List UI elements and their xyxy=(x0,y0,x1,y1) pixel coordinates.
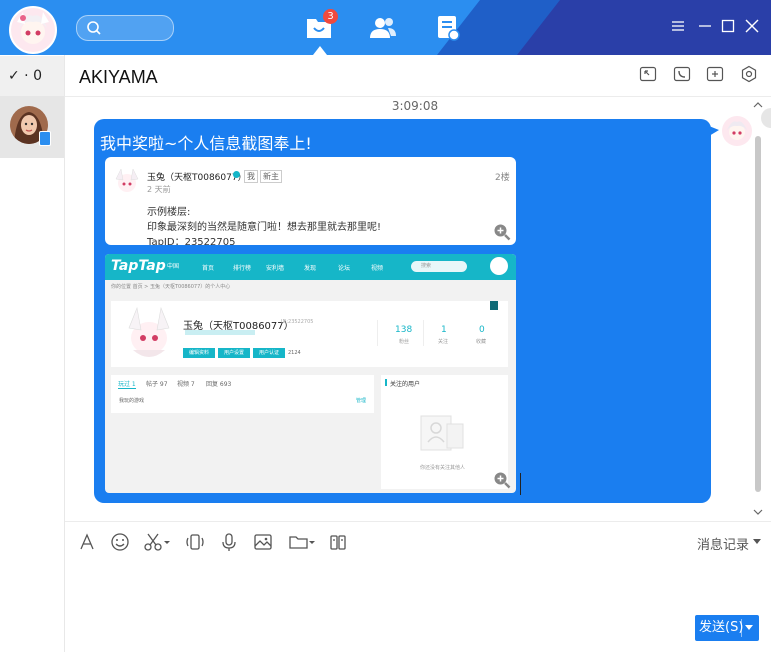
bubble-tail xyxy=(709,126,719,136)
profile-avatar xyxy=(128,306,170,357)
menu-icon[interactable] xyxy=(670,18,686,34)
scissors-icon[interactable] xyxy=(143,532,171,552)
folder-icon[interactable] xyxy=(288,532,316,552)
close-icon[interactable] xyxy=(744,18,760,34)
font-icon[interactable] xyxy=(77,532,97,552)
message-timestamp: 3:09:08 xyxy=(391,99,439,113)
stat-value: 138 xyxy=(395,325,413,335)
send-label: 发送(S) xyxy=(699,620,744,635)
profile-screenshot[interactable]: TapTap 中国 首页 排行榜 安利墙 发现 论坛 视频 搜索 你的位置 首页… xyxy=(105,254,516,493)
tag-me: 我 xyxy=(244,170,258,183)
search-input[interactable] xyxy=(76,15,174,41)
maximize-icon[interactable] xyxy=(720,18,736,34)
more-icon[interactable] xyxy=(328,532,348,552)
empty-state-text: 你还没有关注其他人 xyxy=(420,465,466,471)
taptap-logo: TapTap xyxy=(111,258,166,274)
floor-number: 2楼 xyxy=(495,173,510,183)
chat-title: AKIYAMA xyxy=(79,67,158,87)
poster-name: 玉兔（天枢T0086077） xyxy=(147,173,247,183)
emoji-icon[interactable] xyxy=(110,532,130,552)
nav-item: 安利墙 xyxy=(266,265,285,272)
profile-id: ID:23522705 xyxy=(281,319,314,325)
stat-value: 0 xyxy=(479,325,485,335)
taptap-search: 搜索 xyxy=(411,261,467,272)
notes-icon[interactable] xyxy=(433,13,463,43)
sender-avatar[interactable] xyxy=(722,116,752,146)
zoom-icon[interactable] xyxy=(493,471,511,489)
message-history-link[interactable]: 消息记录 xyxy=(697,534,761,553)
profile-tab: 回复 693 xyxy=(206,381,232,388)
shake-icon[interactable] xyxy=(185,532,205,552)
header-divider xyxy=(65,96,771,97)
profile-tab: 帖子 97 xyxy=(146,381,168,388)
empty-state-icon xyxy=(420,415,464,451)
voice-icon[interactable] xyxy=(219,532,239,552)
profile-subtitle-bar xyxy=(185,330,255,335)
message-input[interactable] xyxy=(66,560,766,610)
poster-avatar xyxy=(115,168,139,192)
points-value: 2124 xyxy=(288,350,301,356)
screenshot-icon[interactable] xyxy=(639,65,657,83)
profile-tab: 视频 7 xyxy=(177,381,195,388)
side-panel-toggle[interactable] xyxy=(761,108,771,128)
nav-item: 排行榜 xyxy=(233,265,252,272)
input-divider xyxy=(65,521,771,522)
post-line-2: 印象最深刻的当然是随意门啦！想去那里就去那里呢! xyxy=(147,222,382,233)
minimize-icon[interactable] xyxy=(697,18,713,34)
verified-icon xyxy=(233,171,240,178)
my-avatar[interactable] xyxy=(9,6,57,54)
edit-profile-button: 编辑资料 xyxy=(183,348,215,358)
stat-value: 1 xyxy=(441,325,447,335)
user-settings-button: 用户设置 xyxy=(218,348,250,358)
phone-icon[interactable] xyxy=(673,65,691,83)
message-history-label: 消息记录 xyxy=(697,538,750,553)
nav-item: 首页 xyxy=(202,265,215,272)
taptap-logo-suffix: 中国 xyxy=(167,263,180,270)
chevron-down-icon xyxy=(753,539,761,544)
post-time: 2 天前 xyxy=(147,185,171,194)
following-title: 关注的用户 xyxy=(390,381,421,388)
nav-item: 视频 xyxy=(371,265,384,272)
zoom-icon[interactable] xyxy=(493,223,511,241)
nav-item: 发现 xyxy=(304,265,317,272)
text-cursor xyxy=(520,473,521,495)
notification-badge: 3 xyxy=(323,9,338,24)
add-icon[interactable] xyxy=(706,65,724,83)
taptap-avatar xyxy=(490,257,508,275)
scroll-down-icon[interactable] xyxy=(752,507,764,517)
profile-ribbon xyxy=(490,301,498,310)
message-text: 我中奖啦~个人信息截图奉上! xyxy=(100,134,312,153)
unread-filter[interactable]: ✓ · 0 xyxy=(0,56,64,96)
scrollbar-thumb[interactable] xyxy=(755,136,761,492)
active-tab-indicator xyxy=(313,46,327,55)
stat-label: 粉丝 xyxy=(399,339,410,345)
search-icon xyxy=(87,21,101,35)
manage-link: 管理 xyxy=(356,398,367,404)
tag-new: 新主 xyxy=(260,170,282,183)
mobile-online-icon xyxy=(39,131,51,146)
post-line-3: TapID：23522705 xyxy=(147,237,236,245)
send-button[interactable]: 发送(S) xyxy=(695,615,759,641)
nav-item: 论坛 xyxy=(338,265,351,272)
user-verify-button: 用户认证 xyxy=(253,348,285,358)
contacts-icon[interactable] xyxy=(368,13,398,43)
taptap-breadcrumb: 你的位置 首页 > 玉兔（天枢T0086077）的个人中心 xyxy=(111,284,231,290)
send-options-icon[interactable] xyxy=(745,625,753,631)
settings-icon[interactable] xyxy=(740,65,758,83)
post-screenshot[interactable]: 玉兔（天枢T0086077） 我 新主 2楼 2 天前 示例楼层: 印象最深刻的… xyxy=(105,157,516,245)
stat-label: 关注 xyxy=(438,339,449,345)
status-count: ✓ · 0 xyxy=(8,68,42,84)
scroll-up-icon[interactable] xyxy=(752,100,764,110)
played-games-label: 我玩的游戏 xyxy=(119,398,145,404)
stat-label: 收藏 xyxy=(476,339,487,345)
profile-tab: 玩过 1 xyxy=(118,381,136,388)
image-icon[interactable] xyxy=(253,532,273,552)
post-line-1: 示例楼层: xyxy=(147,207,191,218)
